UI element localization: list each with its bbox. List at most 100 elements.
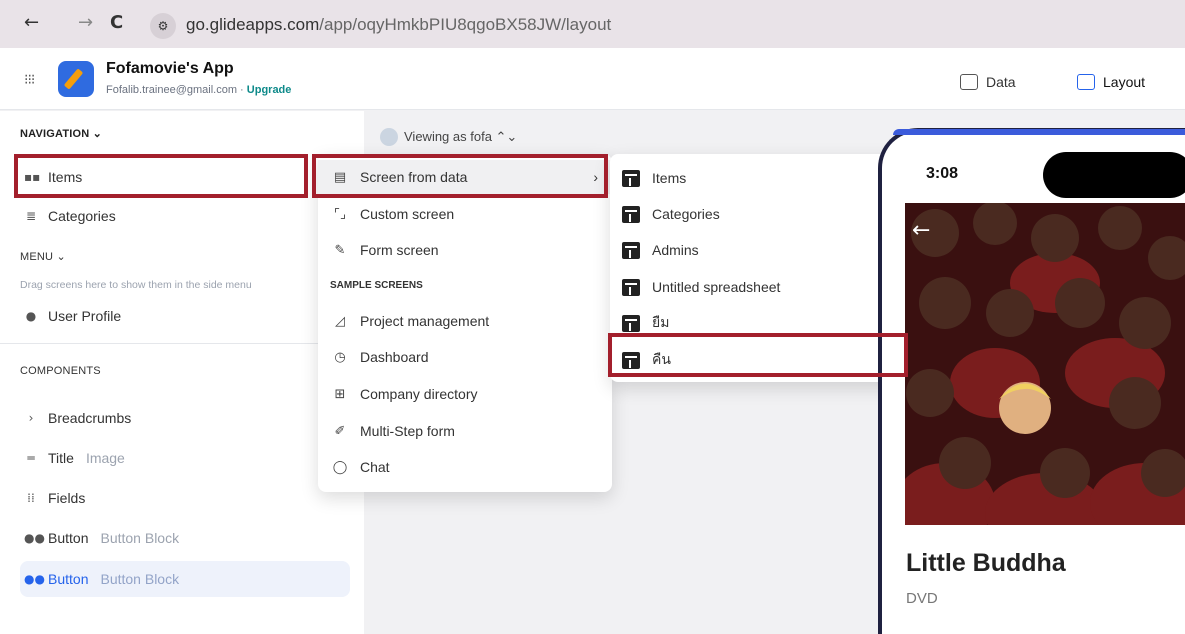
clock-icon: ◷	[334, 349, 346, 365]
movie-poster-image[interactable]	[905, 203, 1185, 525]
menu-item-label: Custom screen	[360, 206, 455, 222]
component-label: Fields	[48, 490, 86, 506]
tab-layout[interactable]: Layout	[1077, 74, 1145, 90]
table-icon	[960, 74, 978, 90]
divider	[0, 343, 364, 344]
component-title[interactable]: ═ Title Image	[20, 441, 350, 475]
sheet-icon	[622, 205, 640, 223]
menu-item-project-management[interactable]: ◿ Project management	[318, 304, 612, 338]
reload-icon[interactable]: C	[110, 12, 123, 33]
submenu-item-admins[interactable]: Admins	[610, 233, 910, 267]
list-icon: ≣	[25, 209, 37, 223]
forward-icon[interactable]: →	[78, 12, 93, 33]
component-label: Breadcrumbs	[48, 410, 132, 426]
back-arrow-icon[interactable]: ←	[912, 218, 930, 243]
sidebar-item-label: User Profile	[48, 308, 122, 324]
app-header: ⁝⁝⁝ Fofamovie's App Fofalib.trainee@gmai…	[0, 48, 1185, 110]
viewing-as-label: Viewing as fofa ⌃⌄	[404, 129, 518, 144]
account-email: Fofalib.trainee@gmail.com	[106, 84, 237, 96]
movie-title: Little Buddha	[906, 549, 1066, 577]
submenu-item-label: Categories	[652, 206, 720, 222]
sidebar-item-categories[interactable]: ≣ Categories	[20, 199, 350, 233]
edit-icon: ✐	[334, 423, 346, 439]
sheet-icon	[622, 278, 640, 296]
layout-icon	[1077, 74, 1095, 90]
url-path: /app/oqyHmkbPIU8qgoBX58JW/layout	[319, 15, 612, 34]
component-button-selected[interactable]: ●● Button Button Block	[20, 561, 350, 597]
submenu-item-label: Admins	[652, 242, 699, 258]
navigation-heading[interactable]: NAVIGATION ⌄	[20, 127, 102, 140]
menu-item-label: Dashboard	[360, 349, 429, 365]
tab-data-label: Data	[986, 74, 1016, 90]
submenu-item-items[interactable]: Items	[610, 161, 910, 195]
pencil-icon: ✎	[334, 242, 346, 258]
sample-screens-heading: SAMPLE SCREENS	[330, 280, 423, 291]
site-info-icon[interactable]: ⚙	[150, 13, 176, 39]
viewing-as-selector[interactable]: Viewing as fofa ⌃⌄	[380, 128, 517, 146]
button-icon: ●●	[24, 531, 45, 545]
menu-item-company-directory[interactable]: ⊞ Company directory	[318, 377, 612, 411]
url-domain: go.glideapps.com	[186, 15, 320, 34]
avatar	[380, 128, 398, 146]
app-name: Fofamovie's App	[106, 60, 234, 77]
upgrade-link[interactable]: Upgrade	[247, 84, 292, 96]
menu-item-label: Form screen	[360, 242, 439, 258]
app-logo[interactable]	[58, 61, 94, 97]
highlight-box-return-sheet	[608, 333, 908, 377]
menu-item-label: Multi-Step form	[360, 423, 455, 439]
menu-item-label: Chat	[360, 459, 390, 475]
tab-data[interactable]: Data	[960, 74, 1016, 90]
sidebar-item-user-profile[interactable]: ● User Profile	[20, 299, 350, 333]
fields-icon: ⁞⁞	[27, 491, 35, 505]
menu-item-multi-step-form[interactable]: ✐ Multi-Step form	[318, 414, 612, 448]
component-secondary: Button Block	[100, 571, 180, 587]
menu-item-dashboard[interactable]: ◷ Dashboard	[318, 340, 612, 374]
button-icon: ●●	[24, 572, 45, 586]
component-fields[interactable]: ⁞⁞ Fields	[20, 481, 350, 515]
add-screen-menu: ▤ Screen from data › ⌜⌟ Custom screen ✎ …	[318, 154, 612, 492]
apps-grid-icon[interactable]: ⁝⁝⁝	[24, 72, 35, 88]
menu-item-form-screen[interactable]: ✎ Form screen	[318, 233, 612, 267]
menu-item-label: Project management	[360, 313, 490, 329]
directory-icon: ⊞	[334, 386, 346, 402]
menu-item-chat[interactable]: ◯ Chat	[318, 450, 612, 484]
highlight-box-screen-from-data	[312, 154, 608, 198]
chevron-right-icon: ›	[28, 411, 34, 425]
component-label: Button	[48, 530, 89, 546]
components-heading: COMPONENTS	[20, 365, 101, 377]
title-icon: ═	[27, 451, 35, 465]
component-breadcrumbs[interactable]: › Breadcrumbs	[20, 401, 350, 435]
user-icon: ●	[25, 309, 37, 323]
submenu-item-label: Items	[652, 170, 687, 186]
component-label: Title	[48, 450, 74, 466]
menu-item-custom-screen[interactable]: ⌜⌟ Custom screen	[318, 197, 612, 231]
component-secondary: Image	[85, 450, 125, 466]
sheet-icon	[622, 169, 640, 187]
sheet-icon	[622, 241, 640, 259]
drag-hint: Drag screens here to show them in the si…	[20, 279, 252, 291]
dashed-square-icon: ⌜⌟	[333, 206, 347, 222]
submenu-item-categories[interactable]: Categories	[610, 197, 910, 231]
dynamic-island	[1043, 152, 1185, 198]
address-bar[interactable]: go.glideapps.com/app/oqyHmkbPIU8qgoBX58J…	[186, 15, 611, 35]
component-label: Button	[48, 571, 89, 587]
sheet-icon	[622, 314, 640, 332]
account-line: Fofalib.trainee@gmail.com · Upgrade	[106, 84, 292, 96]
preview-selection-edge	[893, 129, 1185, 135]
back-icon[interactable]: ←	[24, 12, 39, 33]
triangle-icon: ◿	[335, 313, 345, 329]
submenu-item-untitled-spreadsheet[interactable]: Untitled spreadsheet	[610, 270, 910, 304]
menu-item-label: Company directory	[360, 386, 478, 402]
sidebar-item-label: Categories	[48, 208, 116, 224]
chat-icon: ◯	[332, 459, 348, 475]
tab-layout-label: Layout	[1103, 74, 1146, 90]
submenu-item-label: ยืม	[652, 314, 670, 330]
component-secondary: Button Block	[100, 530, 180, 546]
menu-heading[interactable]: MENU ⌄	[20, 250, 66, 263]
browser-toolbar: ← → C ⚙ go.glideapps.com/app/oqyHmkbPIU8…	[0, 0, 1185, 48]
component-button[interactable]: ●● Button Button Block	[20, 521, 350, 555]
submenu-item-label: Untitled spreadsheet	[652, 279, 781, 295]
movie-subtitle: DVD	[906, 590, 938, 607]
phone-time: 3:08	[926, 165, 959, 182]
highlight-box-items	[14, 154, 308, 198]
